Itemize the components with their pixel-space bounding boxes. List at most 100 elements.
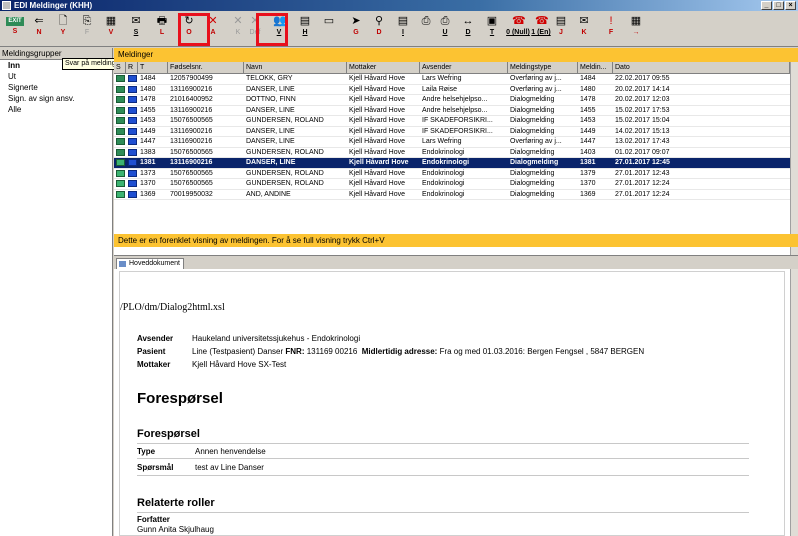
column-header[interactable]: Navn <box>244 62 347 73</box>
toolbar-label: H <box>302 29 308 36</box>
cell-avsender: Endokrinologi <box>422 190 465 198</box>
table-row[interactable]: 1373 15076500565 GUNDERSEN, ROLAND Kjell Hå… <box>114 169 790 179</box>
reply-button[interactable]: ✉ S <box>125 13 147 45</box>
envelope-icon <box>116 75 125 82</box>
table-row[interactable]: 1455 13116900216 DANSER, LINE Kjell Håvard … <box>114 106 790 116</box>
table-row[interactable]: 1453 15076500565 GUNDERSEN, ROLAND Kjell Hå… <box>114 116 790 127</box>
tab-hoveddokument[interactable]: Hoveddokument <box>116 258 184 269</box>
envelope-icon <box>116 127 125 135</box>
table-row[interactable]: 1480 13116900216 DANSER, LINE Kjell Håvard … <box>114 85 790 95</box>
minimize-button[interactable]: _ <box>761 1 772 10</box>
table-row[interactable]: 1447 13116900216 DANSER, LINE Kjell Håvard … <box>114 137 790 148</box>
cell-fnr: 15076500565 <box>170 148 213 156</box>
cell-fnr: 13116900216 <box>170 127 213 135</box>
forfatter-value: Gunn Anita Skjulhaug <box>137 525 214 534</box>
document-scrollbar[interactable] <box>790 271 798 536</box>
close-button[interactable]: × <box>785 1 796 10</box>
status-cell <box>114 127 126 137</box>
status-cell <box>114 85 126 95</box>
cell-nr: 1455 <box>580 106 596 114</box>
table-row[interactable]: 1381 13116900216 DANSER, LINE Kjell Håvard … <box>114 158 790 169</box>
cell-dato: 27.01.2017 12:24 <box>615 180 670 187</box>
cell-type: Overføring av j... <box>510 85 562 93</box>
sidebar-item[interactable]: Alle <box>0 104 112 115</box>
cell-nr: 1484 <box>580 75 596 82</box>
archive-button[interactable]: ▤ H <box>294 13 316 45</box>
xsl-path: /PLO/dm/Dialog2html.xsl <box>120 302 225 313</box>
title-bar: EDI Meldinger (KHH) _ □ × <box>0 0 798 11</box>
forfatter-label: Forfatter <box>137 515 170 524</box>
flag-button[interactable]: ! F <box>600 13 622 45</box>
cell-type: Dialogmelding <box>510 148 555 156</box>
divider <box>137 443 749 444</box>
message-type-icon <box>128 190 137 198</box>
envelope-icon <box>116 148 125 156</box>
column-header[interactable]: Avsender <box>420 62 508 73</box>
arrows-button[interactable]: ↔ D <box>457 13 479 45</box>
sporsmal-value: test av Line Danser <box>195 463 264 472</box>
status-cell <box>114 116 126 126</box>
reply-icon: ✉ <box>131 15 141 27</box>
copy-button[interactable]: ⎘ F <box>76 13 98 45</box>
mail-button[interactable]: ✉ K <box>573 13 595 45</box>
cell-mottaker: Kjell Håvard Hove <box>349 169 406 177</box>
list-button[interactable]: ▤ I <box>392 13 414 45</box>
table-row[interactable]: 1369 70019950032 AND, ANDINE Kjell Håvard H… <box>114 190 790 200</box>
table-row[interactable]: 1383 15076500565 GUNDERSEN, ROLAND Kjell Hå… <box>114 148 790 158</box>
toolbar-label: J <box>559 29 563 36</box>
cell-t: 1383 <box>140 148 156 156</box>
message-type-icon <box>128 148 137 156</box>
envelope-icon <box>116 190 125 198</box>
print-button[interactable]: ⎙ U <box>434 13 456 45</box>
table-row[interactable]: 1484 12057900499 TELOKK, GRY Kjell Håvard H… <box>114 74 790 85</box>
envelope-icon <box>116 117 125 124</box>
table-row[interactable]: 1370 15076500565 GUNDERSEN, ROLAND Kjell Hå… <box>114 179 790 190</box>
cell-nr: 1403 <box>580 148 596 156</box>
cell-avsender: Andre helsehjelpso... <box>422 96 488 103</box>
cell-navn: GUNDERSEN, ROLAND <box>246 169 324 177</box>
cell-t: 1480 <box>140 85 156 93</box>
cell-nr: 1449 <box>580 127 596 135</box>
print-preview-button[interactable]: 🖶 L <box>151 13 173 45</box>
forward-button[interactable]: ➤ G <box>345 13 367 45</box>
sidebar-item[interactable]: Sign. av sign ansv. <box>0 93 112 104</box>
cell-nr: 1447 <box>580 138 596 145</box>
cell-fnr: 15076500565 <box>170 117 213 124</box>
attach-button[interactable]: ⚲ D <box>368 13 390 45</box>
table-row[interactable]: 1449 13116900216 DANSER, LINE Kjell Håvard … <box>114 127 790 137</box>
column-header[interactable]: Meldingstype <box>508 62 578 73</box>
column-header[interactable]: Meldin... <box>578 62 613 73</box>
cell-fnr: 13116900216 <box>170 106 213 114</box>
exit-icon: EXIT <box>6 17 24 26</box>
table-row[interactable]: 1478 21016400952 DOTTNO, FINN Kjell Håvard … <box>114 95 790 106</box>
notes-button[interactable]: ▤ J <box>550 13 572 45</box>
new-doc-button[interactable]: 🗋 Y <box>52 13 74 45</box>
cell-navn: GUNDERSEN, ROLAND <box>246 117 324 124</box>
column-header[interactable]: T <box>138 62 168 73</box>
calendar-button[interactable]: ▦ V <box>100 13 122 45</box>
grid-button[interactable]: ▦ → <box>625 13 647 45</box>
sidebar-item[interactable]: Ut <box>0 71 112 82</box>
exit-button[interactable]: EXIT S <box>4 13 26 45</box>
cell-avsender: Endokrinologi <box>422 169 465 177</box>
toolbar-label: K <box>581 29 587 36</box>
cell-type: Overføring av j... <box>510 138 562 145</box>
sidebar-item[interactable]: Signerte <box>0 82 112 93</box>
document-icon <box>119 261 126 267</box>
window-button[interactable]: ▭ <box>318 13 340 45</box>
status-cell <box>114 137 126 147</box>
header-info: Avsender Haukeland universitetssjukehus -… <box>137 332 644 371</box>
column-header[interactable]: Mottaker <box>347 62 420 73</box>
column-header[interactable]: R <box>126 62 138 73</box>
cell-t: 1453 <box>140 117 156 124</box>
maximize-button[interactable]: □ <box>773 1 784 10</box>
column-header[interactable]: S <box>114 62 126 73</box>
cell-type: Dialogmelding <box>510 159 559 166</box>
column-header[interactable]: Dato <box>613 62 790 73</box>
mail-icon: ✉ <box>579 15 589 27</box>
back-arrow-button[interactable]: ⇐ N <box>28 13 50 45</box>
monitor-button[interactable]: ▣ T <box>481 13 503 45</box>
cell-avsender: Lars Wefring <box>422 75 462 82</box>
toolbar-label: D <box>465 29 471 36</box>
column-header[interactable]: Fødselsnr. <box>168 62 244 73</box>
